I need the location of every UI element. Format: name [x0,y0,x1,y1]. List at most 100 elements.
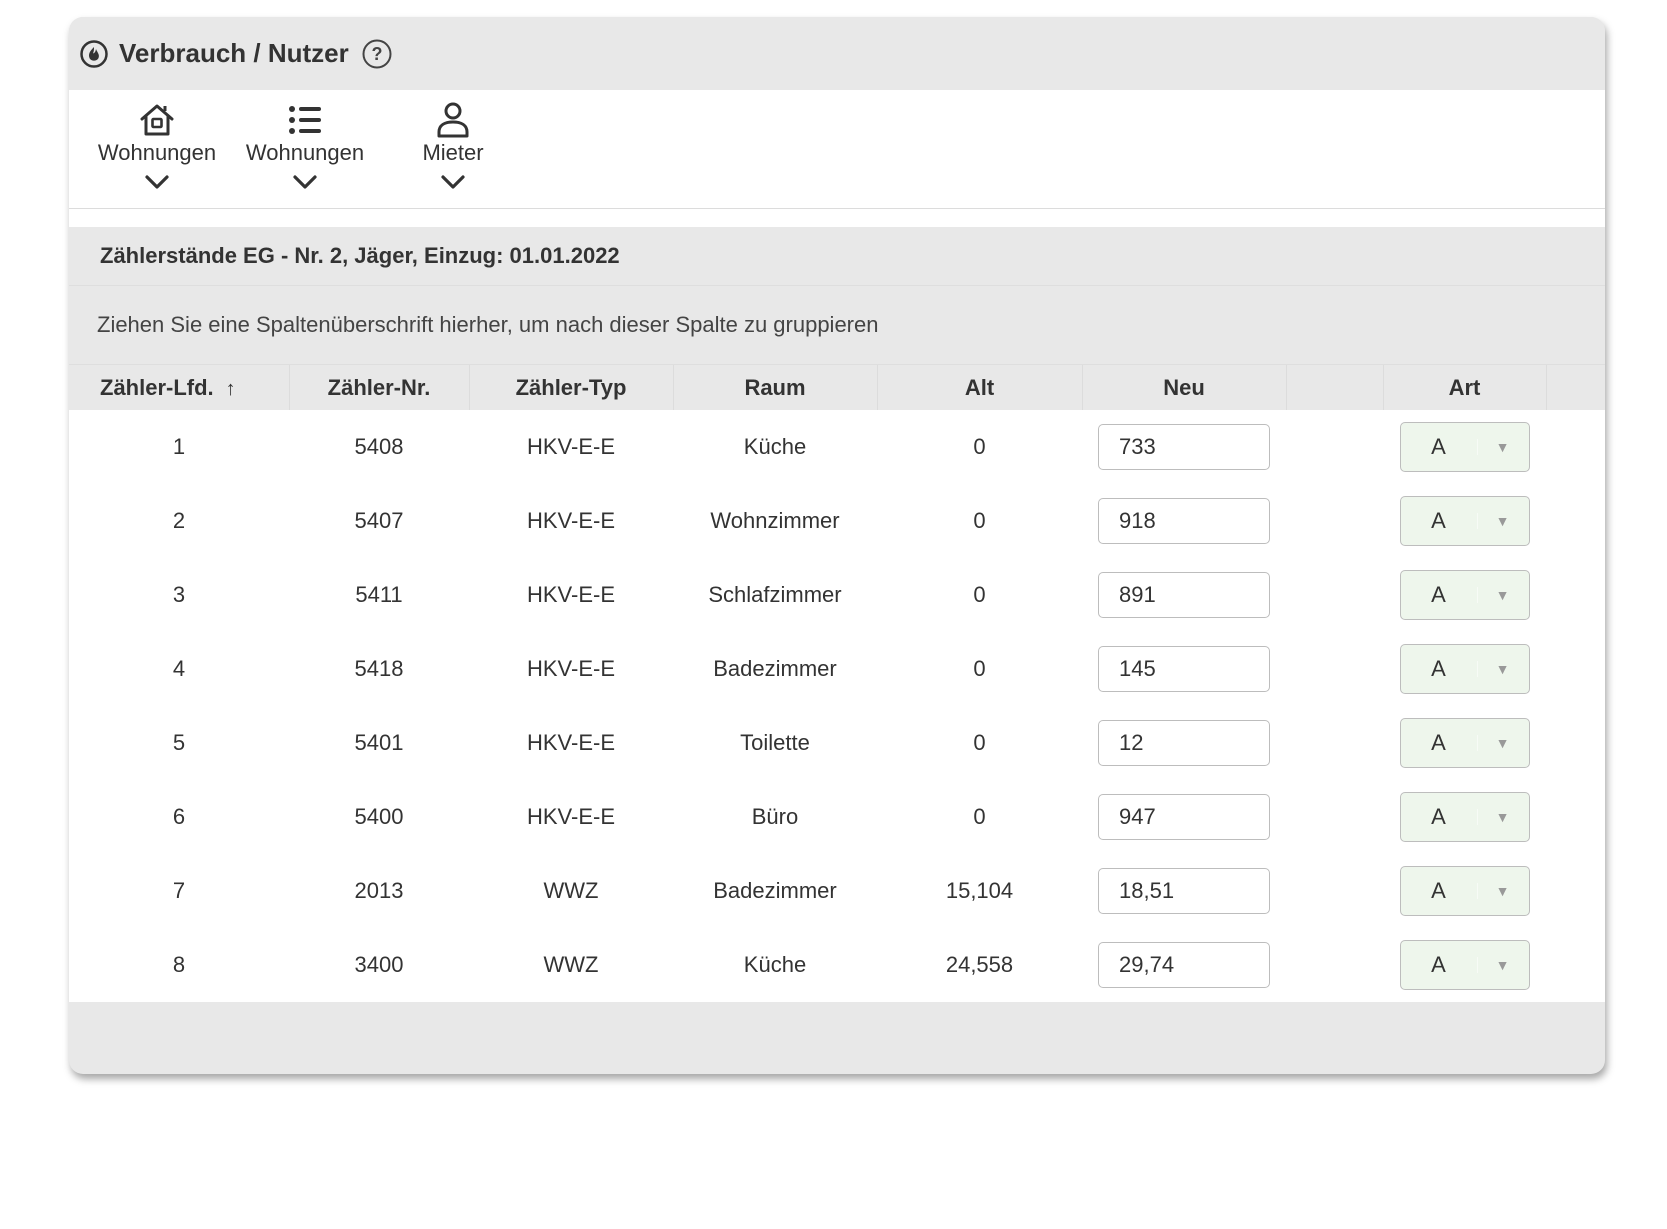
art-select-value: A [1431,730,1446,755]
cell-neu [1082,410,1286,484]
column-header-alt[interactable]: Alt [877,365,1083,410]
art-select[interactable]: A ▼ [1399,792,1530,842]
cell-art: A ▼ [1383,484,1546,558]
art-select-value: A [1431,804,1446,829]
chevron-down-icon [293,175,317,189]
cell-blank [1286,780,1383,854]
cell-filler [1546,632,1605,706]
column-header-art[interactable]: Art [1383,365,1547,410]
group-drop-area[interactable]: Ziehen Sie eine Spaltenüberschrift hierh… [69,286,1605,365]
cell-neu [1082,484,1286,558]
new-reading-input[interactable] [1098,794,1270,840]
art-select-value: A [1431,656,1446,681]
cell-neu [1082,558,1286,632]
new-reading-input[interactable] [1098,942,1270,988]
art-select[interactable]: A ▼ [1399,570,1530,620]
dropdown-caret-icon[interactable]: ▼ [1476,735,1528,751]
dropdown-caret-icon[interactable]: ▼ [1476,439,1528,455]
dropdown-caret-icon[interactable]: ▼ [1476,883,1528,899]
art-select[interactable]: A ▼ [1399,496,1530,546]
table-row[interactable]: 8 3400 WWZ Küche 24,558 A▼ [69,928,1605,1002]
new-reading-input[interactable] [1098,868,1270,914]
cell-nr: 5418 [289,632,469,706]
new-reading-input[interactable] [1098,646,1270,692]
dropdown-caret-icon[interactable]: ▼ [1476,957,1528,973]
column-header-raum[interactable]: Raum [673,365,878,410]
cell-art: A ▼ [1383,558,1546,632]
cell-typ: HKV-E-E [469,632,673,706]
art-select-value: A [1431,434,1446,459]
dropdown-caret-icon[interactable]: ▼ [1476,809,1528,825]
column-header-typ[interactable]: Zähler-Typ [469,365,674,410]
cell-lfd: 5 [69,706,289,780]
chevron-down-icon [441,175,465,189]
cell-alt: 0 [877,632,1082,706]
new-reading-input[interactable] [1098,424,1270,470]
cell-alt: 0 [877,410,1082,484]
list-icon [289,106,321,134]
cell-raum: Küche [673,410,877,484]
cell-alt: 24,558 [877,928,1082,1002]
table-row[interactable]: 1 5408 HKV-E-E Küche 0 A▼ [69,410,1605,484]
cell-blank [1286,484,1383,558]
flame-icon [80,39,108,68]
cell-blank [1286,706,1383,780]
cell-art: A ▼ [1383,780,1546,854]
cell-blank [1286,410,1383,484]
cell-art: A ▼ [1383,706,1546,780]
cell-filler [1546,854,1605,928]
table-row[interactable]: 6 5400 HKV-E-E Büro 0 A▼ [69,780,1605,854]
table-row[interactable]: 3 5411 HKV-E-E Schlafzimmer 0 A▼ [69,558,1605,632]
art-select[interactable]: A ▼ [1399,422,1530,472]
toolbar-item-label: Wohnungen [245,140,365,165]
cell-raum: Wohnzimmer [673,484,877,558]
cell-nr: 3400 [289,928,469,1002]
toolbar-apartment-list-button[interactable]: Wohnungen [231,90,379,192]
cell-neu [1082,928,1286,1002]
art-select[interactable]: A ▼ [1399,940,1530,990]
house-icon [140,104,174,136]
help-icon[interactable]: ? [361,38,393,70]
cell-nr: 5408 [289,410,469,484]
cell-alt: 0 [877,780,1082,854]
column-header-lfd[interactable]: Zähler-Lfd. ↑ [69,365,290,410]
new-reading-input[interactable] [1098,572,1270,618]
cell-art: A ▼ [1383,928,1546,1002]
art-select-value: A [1431,878,1446,903]
art-select[interactable]: A ▼ [1399,866,1530,916]
cell-neu [1082,632,1286,706]
dropdown-caret-icon[interactable]: ▼ [1476,661,1528,677]
cell-blank [1286,928,1383,1002]
table-row[interactable]: 4 5418 HKV-E-E Badezimmer 0 A▼ [69,632,1605,706]
cell-raum: Küche [673,928,877,1002]
cell-alt: 0 [877,706,1082,780]
cell-art: A ▼ [1383,632,1546,706]
new-reading-input[interactable] [1098,498,1270,544]
cell-nr: 5407 [289,484,469,558]
toolbar-tenants-button[interactable]: Mieter [379,90,527,192]
art-select[interactable]: A ▼ [1399,644,1530,694]
cell-raum: Badezimmer [673,854,877,928]
table-footer [69,1002,1605,1057]
chevron-down-icon [145,175,169,189]
cell-nr: 5401 [289,706,469,780]
dropdown-caret-icon[interactable]: ▼ [1476,587,1528,603]
table-row[interactable]: 5 5401 HKV-E-E Toilette 0 A▼ [69,706,1605,780]
cell-typ: HKV-E-E [469,706,673,780]
cell-raum: Schlafzimmer [673,558,877,632]
new-reading-input[interactable] [1098,720,1270,766]
cell-filler [1546,928,1605,1002]
cell-filler [1546,410,1605,484]
toolbar-apartments-button[interactable]: Wohnungen [83,90,231,192]
toolbar-item-label: Mieter [422,140,484,165]
cell-filler [1546,780,1605,854]
dropdown-caret-icon[interactable]: ▼ [1476,513,1528,529]
table-row[interactable]: 7 2013 WWZ Badezimmer 15,104 A▼ [69,854,1605,928]
cell-neu [1082,706,1286,780]
table-row[interactable]: 2 5407 HKV-E-E Wohnzimmer 0 A▼ [69,484,1605,558]
column-header-nr[interactable]: Zähler-Nr. [289,365,470,410]
cell-typ: HKV-E-E [469,780,673,854]
column-header-neu[interactable]: Neu [1082,365,1287,410]
art-select[interactable]: A ▼ [1399,718,1530,768]
column-header-blank[interactable] [1286,365,1384,410]
